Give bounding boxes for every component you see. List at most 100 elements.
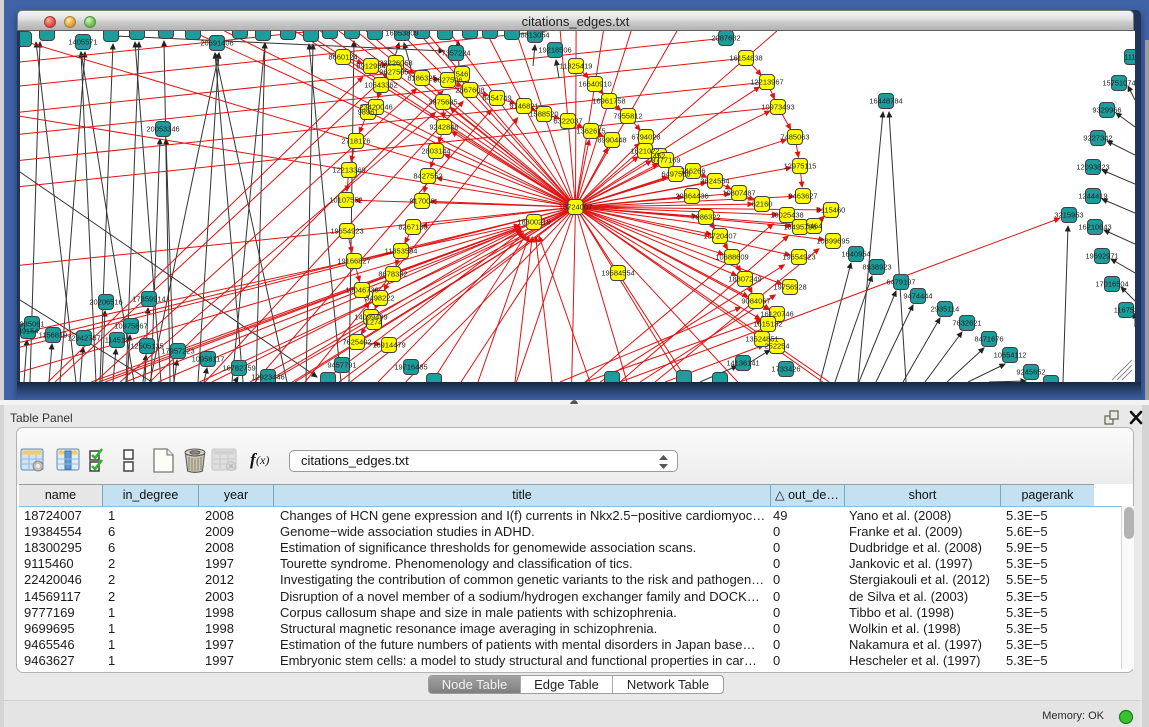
svg-text:16782759: 16782759	[222, 364, 255, 373]
svg-text:16210643: 16210643	[1078, 223, 1111, 232]
svg-text:1405571: 1405571	[68, 38, 97, 47]
svg-text:19584554: 19584554	[601, 269, 634, 278]
svg-text:16053809: 16053809	[385, 31, 418, 38]
svg-text:746266: 746266	[680, 167, 705, 176]
svg-text:3624554: 3624554	[700, 177, 729, 186]
svg-text:2803144: 2803144	[421, 147, 450, 156]
svg-text:12923446: 12923446	[251, 373, 284, 382]
svg-text:10107552: 10107552	[329, 196, 362, 205]
svg-text:8471676: 8471676	[974, 335, 1003, 344]
svg-text:1112: 1112	[1124, 53, 1135, 62]
svg-text:10975867: 10975867	[114, 322, 147, 331]
svg-text:10543362: 10543362	[364, 81, 397, 90]
svg-text:252254: 252254	[764, 342, 789, 351]
svg-text:9627505: 9627505	[379, 68, 408, 77]
svg-text:16154838: 16154838	[729, 54, 762, 63]
svg-text:16448784: 16448784	[869, 97, 902, 106]
svg-text:9457791: 9457791	[327, 361, 356, 370]
svg-text:1362615: 1362615	[576, 127, 605, 136]
svg-text:19654923: 19654923	[782, 253, 815, 262]
svg-text:20053346: 20053346	[146, 125, 179, 134]
svg-text:19654923: 19654923	[330, 227, 363, 236]
svg-text:12942757: 12942757	[67, 334, 100, 343]
svg-text:10688609: 10688609	[715, 253, 748, 262]
svg-text:16914479: 16914479	[372, 341, 405, 350]
svg-text:114519: 114519	[105, 336, 129, 345]
svg-text:116753: 116753	[1114, 306, 1135, 315]
svg-text:6464: 6464	[806, 222, 823, 231]
svg-text:16961758: 16961758	[592, 97, 625, 106]
svg-text:8990448: 8990448	[597, 136, 626, 145]
svg-text:9245652: 9245652	[1016, 368, 1045, 377]
svg-text:9227342: 9227342	[1083, 134, 1112, 143]
svg-text:9474444: 9474444	[903, 292, 932, 301]
svg-text:2718176: 2718176	[341, 137, 370, 146]
svg-text:8186325: 8186325	[407, 74, 436, 83]
svg-text:15751074: 15751074	[1102, 79, 1135, 88]
svg-text:9084067: 9084067	[741, 297, 770, 306]
svg-text:7632621: 7632621	[952, 319, 981, 328]
svg-text:1640954: 1640954	[841, 250, 870, 259]
svg-text:1274: 1274	[366, 318, 383, 327]
svg-text:15720407: 15720407	[703, 232, 736, 241]
svg-text:20206516: 20206516	[89, 298, 122, 307]
svg-text:8813054: 8813054	[520, 31, 549, 40]
svg-text:19166827: 19166827	[337, 257, 370, 266]
svg-text:835061: 835061	[20, 320, 45, 329]
svg-text:16120746: 16120746	[760, 310, 793, 319]
svg-text:12213369: 12213369	[332, 166, 365, 175]
svg-text:18807249: 18807249	[728, 275, 761, 284]
svg-text:7625402: 7625402	[342, 338, 371, 347]
svg-text:3498222: 3498222	[365, 294, 394, 303]
svg-text:2867608: 2867608	[455, 86, 484, 95]
svg-text:16640910: 16640910	[578, 80, 611, 89]
svg-text:8678332: 8678332	[378, 270, 407, 279]
svg-text:19716485: 19716485	[394, 363, 427, 372]
svg-text:12975115: 12975115	[784, 162, 817, 171]
svg-text:7485063: 7485063	[780, 133, 809, 142]
svg-text:18300215: 18300215	[517, 218, 550, 227]
svg-text:9115460: 9115460	[817, 206, 846, 215]
svg-text:917006: 917006	[409, 197, 434, 206]
svg-text:19756928: 19756928	[773, 283, 806, 292]
svg-text:3215953: 3215953	[1054, 211, 1083, 220]
svg-text:10807487: 10807487	[722, 189, 755, 198]
svg-text:8267130: 8267130	[398, 223, 427, 232]
svg-text:10654112: 10654112	[994, 351, 1027, 360]
svg-text:23226058: 23226058	[379, 59, 412, 68]
svg-text:11353594: 11353594	[385, 247, 418, 256]
svg-text:11325419: 11325419	[560, 62, 593, 71]
svg-text:19218506: 19218506	[538, 46, 571, 55]
svg-text:12213967: 12213967	[750, 78, 783, 87]
svg-text:20364436: 20364436	[675, 192, 708, 201]
svg-text:6794028: 6794028	[631, 133, 660, 142]
svg-text:17957223: 17957223	[161, 347, 194, 356]
svg-text:7955812: 7955812	[613, 112, 642, 121]
svg-text:1615132: 1615132	[753, 320, 782, 329]
svg-text:17016504: 17016504	[1095, 280, 1128, 289]
svg-text:3875685: 3875685	[428, 98, 457, 107]
svg-text:14136141: 14136141	[726, 359, 759, 368]
svg-text:1244419: 1244419	[1078, 192, 1107, 201]
svg-text:19692971: 19692971	[1085, 252, 1118, 261]
svg-text:23420046: 23420046	[359, 103, 392, 112]
svg-text:7986322: 7986322	[691, 213, 720, 222]
svg-text:2087682: 2087682	[711, 34, 740, 43]
svg-text:6322037: 6322037	[553, 117, 582, 126]
svg-text:62160: 62160	[752, 200, 773, 209]
svg-text:9242848: 9242848	[429, 123, 458, 132]
svg-text:9329966: 9329966	[1092, 106, 1121, 115]
svg-text:10958117: 10958117	[192, 355, 225, 364]
svg-text:8454749: 8454749	[482, 94, 511, 103]
svg-text:12505135: 12505135	[130, 342, 163, 351]
svg-text:1156819: 1156819	[39, 331, 68, 340]
svg-text:8938923: 8938923	[862, 263, 891, 272]
svg-text:17359914: 17359914	[132, 295, 165, 304]
svg-text:(x): (x)	[256, 453, 269, 467]
svg-text:12093823: 12093823	[1076, 163, 1109, 172]
svg-text:1733426: 1733426	[771, 365, 800, 374]
svg-text:8660124: 8660124	[328, 53, 357, 62]
svg-text:7357224: 7357224	[441, 49, 470, 58]
svg-text:20691406: 20691406	[200, 39, 233, 48]
svg-text:9463627: 9463627	[788, 192, 817, 201]
